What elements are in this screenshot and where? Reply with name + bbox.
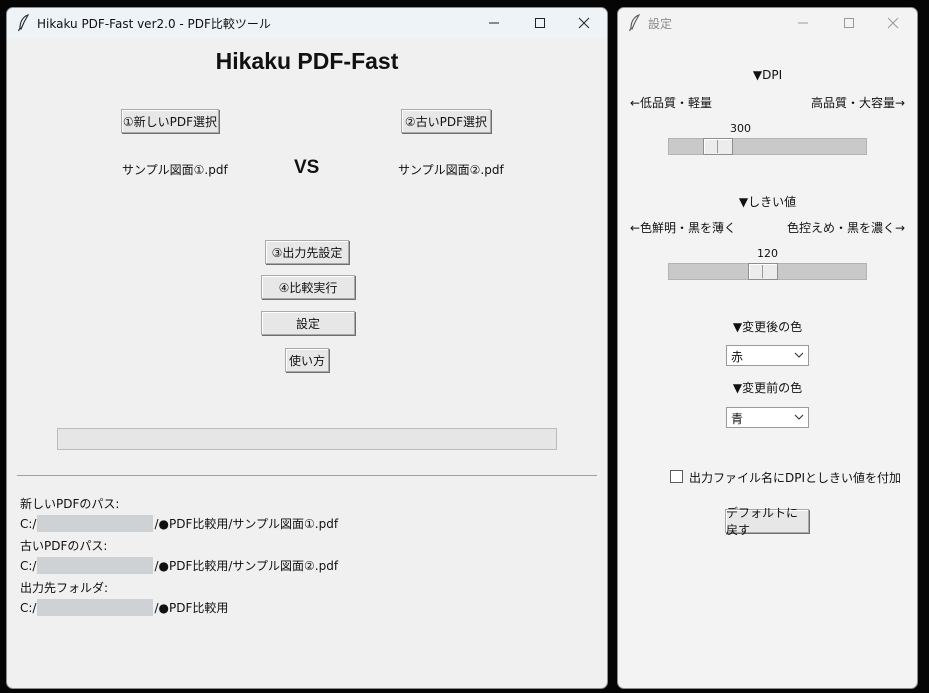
- output-folder-value: C:/ /●PDF比較用: [20, 599, 228, 616]
- before-color-heading: ▼変更前の色: [732, 381, 803, 395]
- after-color-heading: ▼変更後の色: [732, 320, 803, 334]
- old-path-value: C:/ /●PDF比較用/サンプル図面②.pdf: [20, 557, 338, 574]
- after-color-value: 赤: [731, 350, 744, 364]
- output-folder-label: 出力先フォルダ:: [20, 581, 109, 595]
- before-color-value: 青: [731, 412, 744, 426]
- select-new-pdf-button[interactable]: ①新しいPDF選択: [121, 109, 219, 133]
- dpi-heading: ▼DPI: [752, 68, 783, 82]
- threshold-heading: ▼しきい値: [738, 195, 797, 209]
- vs-label: VS: [294, 157, 320, 178]
- minimize-icon: [489, 22, 499, 24]
- close-icon: [578, 17, 590, 29]
- minimize-button[interactable]: [471, 8, 517, 38]
- feather-icon: [18, 14, 30, 32]
- maximize-icon: [535, 18, 545, 28]
- threshold-slider[interactable]: [668, 263, 867, 280]
- settings-minimize-button[interactable]: [780, 8, 826, 38]
- main-window: Hikaku PDF-Fast ver2.0 - PDF比較ツール Hikaku…: [6, 7, 608, 689]
- out-path-prefix: C:/: [20, 600, 37, 615]
- maximize-button[interactable]: [517, 8, 563, 38]
- out-path-suffix: /●PDF比較用: [154, 601, 229, 615]
- old-path-label: 古いPDFのパス:: [20, 539, 108, 553]
- dpi-slider-thumb[interactable]: [703, 138, 733, 155]
- append-params-checkbox[interactable]: [670, 470, 683, 483]
- settings-window-title: 設定: [648, 17, 673, 31]
- main-title-bar[interactable]: Hikaku PDF-Fast ver2.0 - PDF比較ツール: [7, 8, 607, 38]
- settings-title-bar[interactable]: 設定: [618, 8, 917, 38]
- settings-maximize-button[interactable]: [826, 8, 872, 38]
- redacted-block: [37, 557, 154, 574]
- close-icon: [887, 17, 899, 29]
- close-button[interactable]: [561, 8, 607, 38]
- progress-bar: [57, 428, 557, 450]
- chevron-down-icon: [794, 414, 804, 420]
- threshold-value: 120: [757, 247, 778, 260]
- howto-button[interactable]: 使い方: [285, 348, 329, 372]
- old-path-prefix: C:/: [20, 558, 37, 573]
- old-path-suffix: /●PDF比較用/サンプル図面②.pdf: [154, 559, 339, 573]
- dpi-left-hint: ←低品質・軽量: [630, 96, 713, 110]
- old-file-name: サンプル図面②.pdf: [398, 163, 504, 177]
- settings-close-button[interactable]: [870, 8, 916, 38]
- run-compare-button[interactable]: ④比較実行: [261, 275, 355, 299]
- app-title: Hikaku PDF-Fast: [215, 48, 399, 74]
- threshold-left-hint: ←色鮮明・黒を薄く: [630, 221, 737, 235]
- chevron-down-icon: [794, 352, 804, 358]
- redacted-block: [37, 515, 154, 532]
- reset-defaults-button[interactable]: デフォルトに戻す: [725, 506, 809, 537]
- separator: [17, 475, 597, 476]
- new-path-prefix: C:/: [20, 516, 37, 531]
- threshold-slider-thumb[interactable]: [748, 263, 778, 280]
- output-dest-button[interactable]: ③出力先設定: [265, 240, 349, 264]
- before-color-select[interactable]: 青: [726, 407, 809, 428]
- dpi-value: 300: [730, 122, 751, 135]
- redacted-block: [37, 599, 154, 616]
- settings-window: 設定 ▼DPI ←低品質・軽量 高品質・大容量→ 300 ▼しきい値 ←色鮮明・…: [617, 7, 918, 689]
- select-old-pdf-button[interactable]: ②古いPDF選択: [401, 109, 491, 133]
- new-file-name: サンプル図面①.pdf: [122, 163, 228, 177]
- maximize-icon: [844, 18, 854, 28]
- append-params-label[interactable]: 出力ファイル名にDPIとしきい値を付加: [689, 469, 901, 486]
- new-path-suffix: /●PDF比較用/サンプル図面①.pdf: [154, 517, 339, 531]
- new-path-label: 新しいPDFのパス:: [20, 497, 120, 511]
- new-path-value: C:/ /●PDF比較用/サンプル図面①.pdf: [20, 515, 338, 532]
- settings-button[interactable]: 設定: [261, 311, 355, 335]
- after-color-select[interactable]: 赤: [726, 345, 809, 366]
- threshold-right-hint: 色控えめ・黒を濃く→: [786, 221, 905, 235]
- dpi-right-hint: 高品質・大容量→: [810, 96, 905, 110]
- feather-icon: [629, 14, 641, 32]
- dpi-slider[interactable]: [668, 138, 867, 155]
- minimize-icon: [798, 22, 808, 24]
- window-title: Hikaku PDF-Fast ver2.0 - PDF比較ツール: [37, 17, 271, 31]
